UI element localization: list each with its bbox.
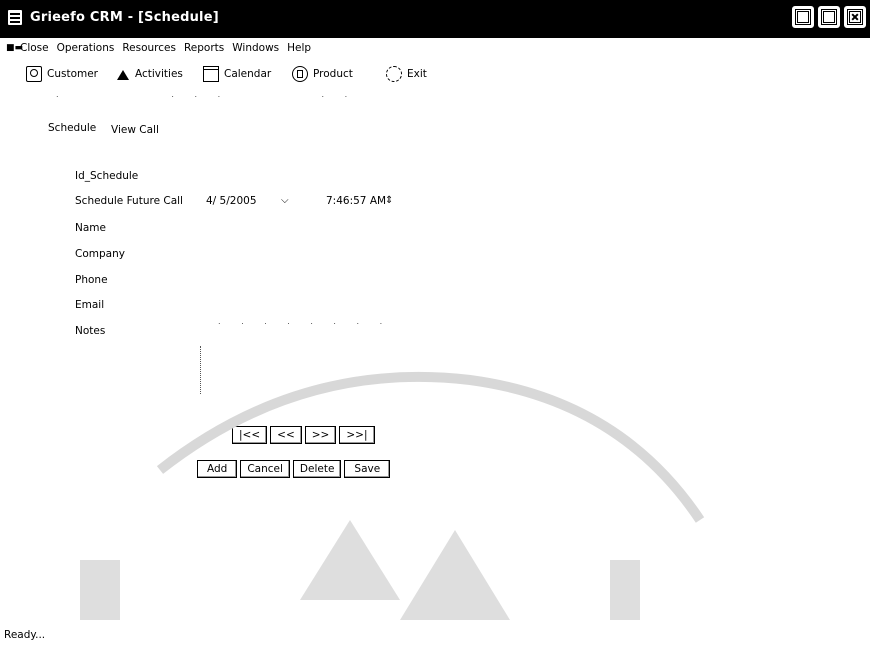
status-text: Ready... xyxy=(4,629,46,641)
watermark-logo xyxy=(80,371,705,620)
